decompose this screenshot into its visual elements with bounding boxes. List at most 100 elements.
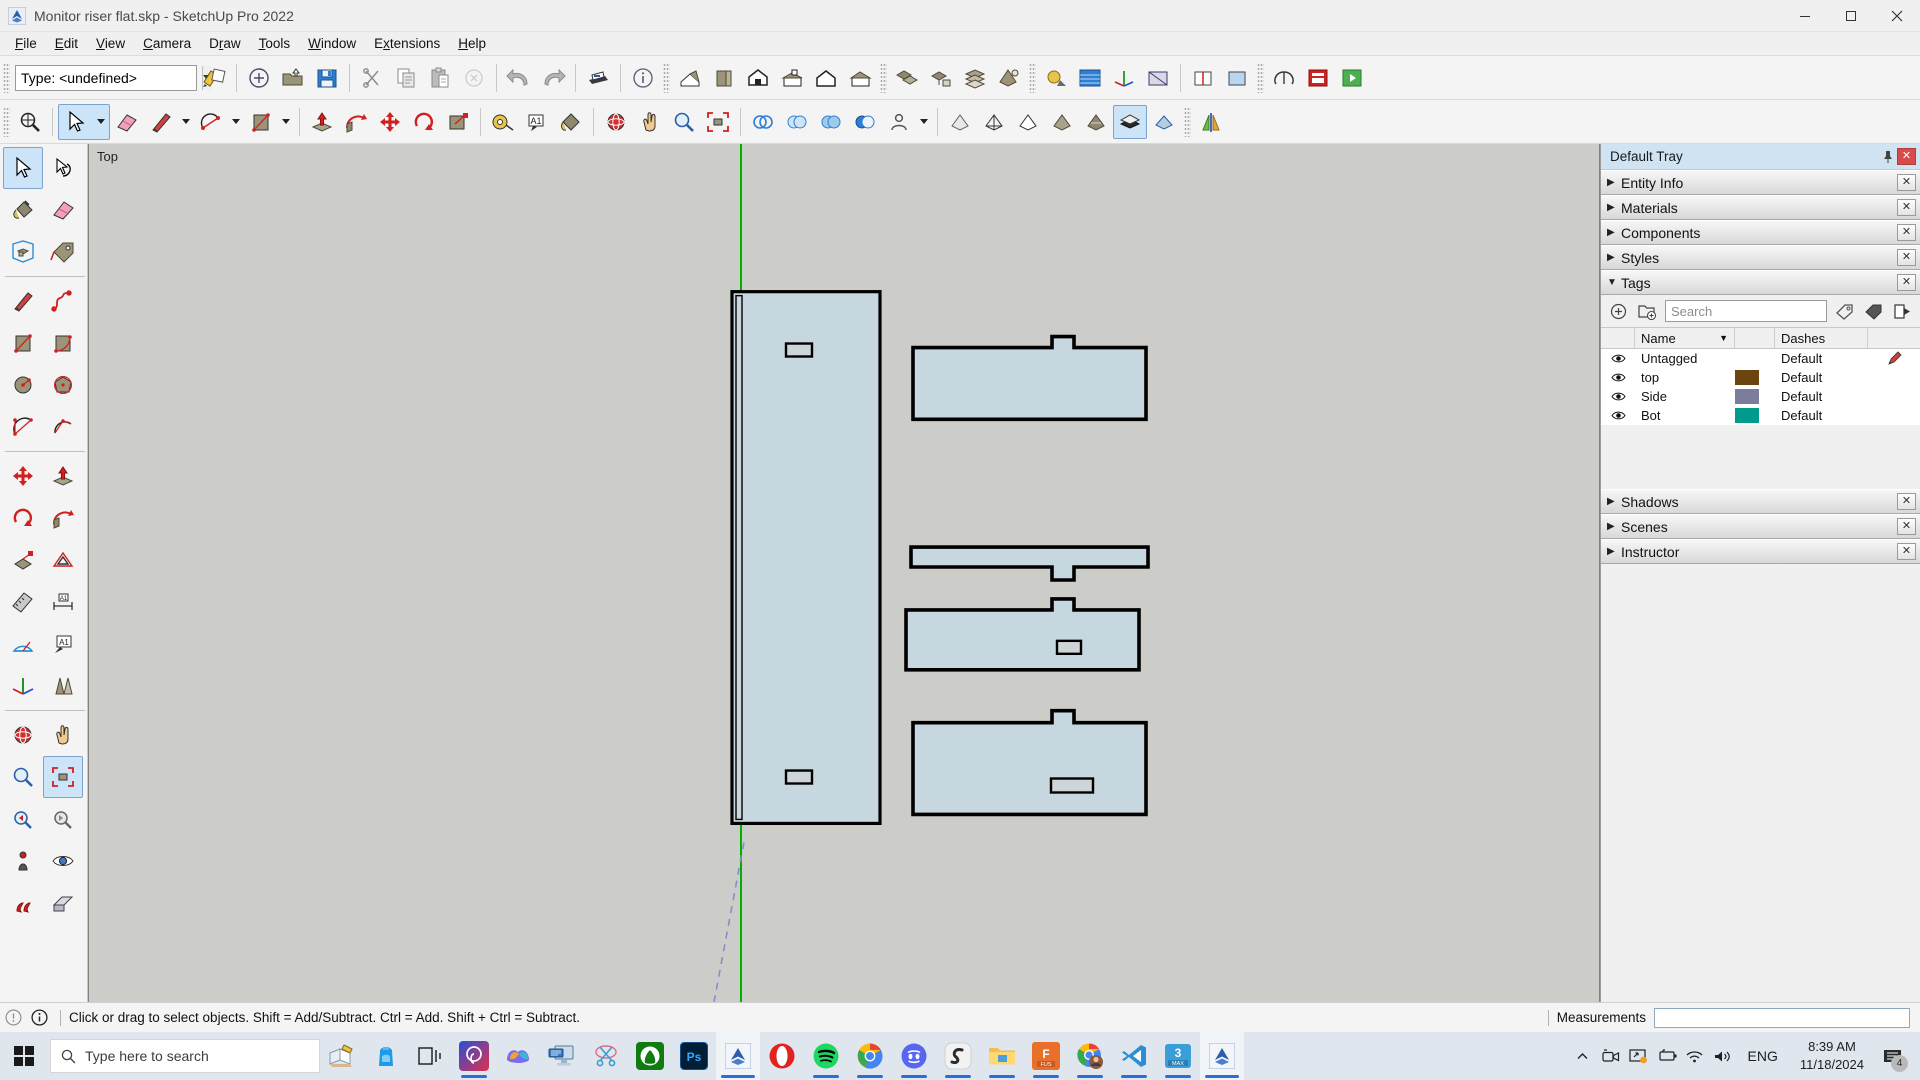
lasso-select-icon[interactable] [43,147,83,189]
onedrive-sync-icon[interactable] [1626,1032,1652,1080]
protractor-tool-icon[interactable] [3,623,43,665]
toolbar2-grip[interactable] [3,106,10,137]
add-tag-icon[interactable] [1607,300,1630,323]
component-tool-icon[interactable] [3,231,43,273]
panel-instructor[interactable]: ▶ Instructor ✕ [1601,539,1920,564]
eraser-icon[interactable] [110,105,144,139]
top-view-icon[interactable] [707,61,741,95]
help-icon[interactable] [0,1009,26,1026]
layers-edit-icon[interactable] [197,61,231,95]
panel-tags[interactable]: ▼ Tags ✕ [1601,270,1920,295]
tag-details-icon[interactable] [1833,300,1856,323]
chrome-icon[interactable] [848,1032,892,1080]
ai-assistant-icon[interactable] [452,1032,496,1080]
visibility-eye-icon[interactable] [1601,410,1635,421]
select-dropdown-icon[interactable] [93,105,109,139]
pan-icon[interactable] [633,105,667,139]
select-icon[interactable] [59,105,93,139]
paste-icon[interactable] [423,61,457,95]
rect-tool-group[interactable] [244,105,294,139]
vscode-icon[interactable] [1112,1032,1156,1080]
right-view-icon[interactable] [775,61,809,95]
pushpull-icon[interactable] [305,105,339,139]
scale-icon[interactable] [441,105,475,139]
menu-view[interactable]: View [87,33,134,54]
two-point-arc-tool-icon[interactable] [43,406,83,448]
table-row[interactable]: top Default [1601,368,1920,387]
select-tool-icon[interactable] [3,147,43,189]
intersect-icon[interactable] [780,105,814,139]
panel-scenes[interactable]: ▶ Scenes ✕ [1601,514,1920,539]
tape-measure-icon[interactable] [486,105,520,139]
solid-tools-icon[interactable] [746,105,780,139]
remote-desktop-icon[interactable] [540,1032,584,1080]
front-view-icon[interactable] [741,61,775,95]
axes-tool-icon[interactable] [3,665,43,707]
panel-close-icon[interactable]: ✕ [1897,543,1916,560]
taskbar-clock[interactable]: 8:39 AM 11/18/2024 [1790,1038,1874,1073]
display-section-cuts-icon[interactable] [1186,61,1220,95]
measurements-input[interactable] [1655,1008,1909,1027]
axes-icon[interactable] [1107,61,1141,95]
opera-icon[interactable] [760,1032,804,1080]
copy-icon[interactable] [389,61,423,95]
style-monochrome-icon[interactable] [1113,104,1147,139]
cut-icon[interactable] [355,61,389,95]
line-tool-icon[interactable] [3,280,43,322]
text-icon[interactable]: A1 [520,105,554,139]
menu-edit[interactable]: Edit [46,33,87,54]
spotify-icon[interactable] [804,1032,848,1080]
eraser-tool-icon[interactable] [43,189,83,231]
extension-toolbar-grip[interactable] [1257,62,1264,93]
rotate-icon[interactable] [407,105,441,139]
back-view-icon[interactable] [809,61,843,95]
rectangle-icon[interactable] [244,105,278,139]
offset-tool-icon[interactable] [43,539,83,581]
battery-icon[interactable] [1654,1032,1680,1080]
panel-shadows[interactable]: ▶ Shadows ✕ [1601,489,1920,514]
select-all-icon[interactable] [1862,300,1885,323]
panel-close-icon[interactable]: ✕ [1897,174,1916,191]
onedrive-backpack-icon[interactable] [364,1032,408,1080]
sketchup-taskbar-icon[interactable] [716,1032,760,1080]
arc-icon[interactable] [194,105,228,139]
file-explorer-icon[interactable] [980,1032,1024,1080]
orbit-tool-icon[interactable] [3,714,43,756]
sketchup-active-icon[interactable] [1200,1032,1244,1080]
text-tool-icon[interactable]: A1 [43,623,83,665]
minimize-button[interactable] [1782,0,1828,32]
mirror-toolbar-grip[interactable] [1184,106,1191,137]
panel-close-icon[interactable]: ✕ [1897,224,1916,241]
col-dashes[interactable]: Dashes [1775,328,1868,348]
table-row[interactable]: Bot Default [1601,406,1920,425]
rectangle-tool-icon[interactable] [3,322,43,364]
wifi-icon[interactable] [1682,1032,1708,1080]
type-selector-input[interactable] [16,65,202,90]
zoom-extents-icon[interactable] [701,105,735,139]
layout-icon[interactable] [1301,61,1335,95]
style-back-edges-icon[interactable] [1147,105,1181,139]
fog-icon[interactable] [1073,61,1107,95]
windows-start-icon[interactable] [0,1032,48,1080]
subtract-icon[interactable] [848,105,882,139]
freehand-tool-icon[interactable] [43,280,83,322]
tag-color-swatch[interactable] [1735,370,1775,385]
style-texture-icon[interactable] [1079,105,1113,139]
model-info-icon[interactable] [626,61,660,95]
undo-icon[interactable] [502,61,536,95]
followme-icon[interactable] [339,105,373,139]
dimension-tool-icon[interactable]: A1 [43,581,83,623]
new-icon[interactable] [242,61,276,95]
mirror-icon[interactable] [1194,105,1228,139]
volume-icon[interactable] [1710,1032,1736,1080]
move-tool-icon[interactable] [3,455,43,497]
tags-search-input[interactable] [1666,301,1826,321]
3d-text-tool-icon[interactable] [43,665,83,707]
panel-close-icon[interactable]: ✕ [1897,493,1916,510]
iso-view-icon[interactable] [673,61,707,95]
copilot-icon[interactable] [496,1032,540,1080]
zoom-selection-icon[interactable] [13,105,47,139]
tag-tool-icon[interactable] [43,231,83,273]
type-selector[interactable] [15,64,211,91]
tape-measure-tool-icon[interactable] [3,581,43,623]
